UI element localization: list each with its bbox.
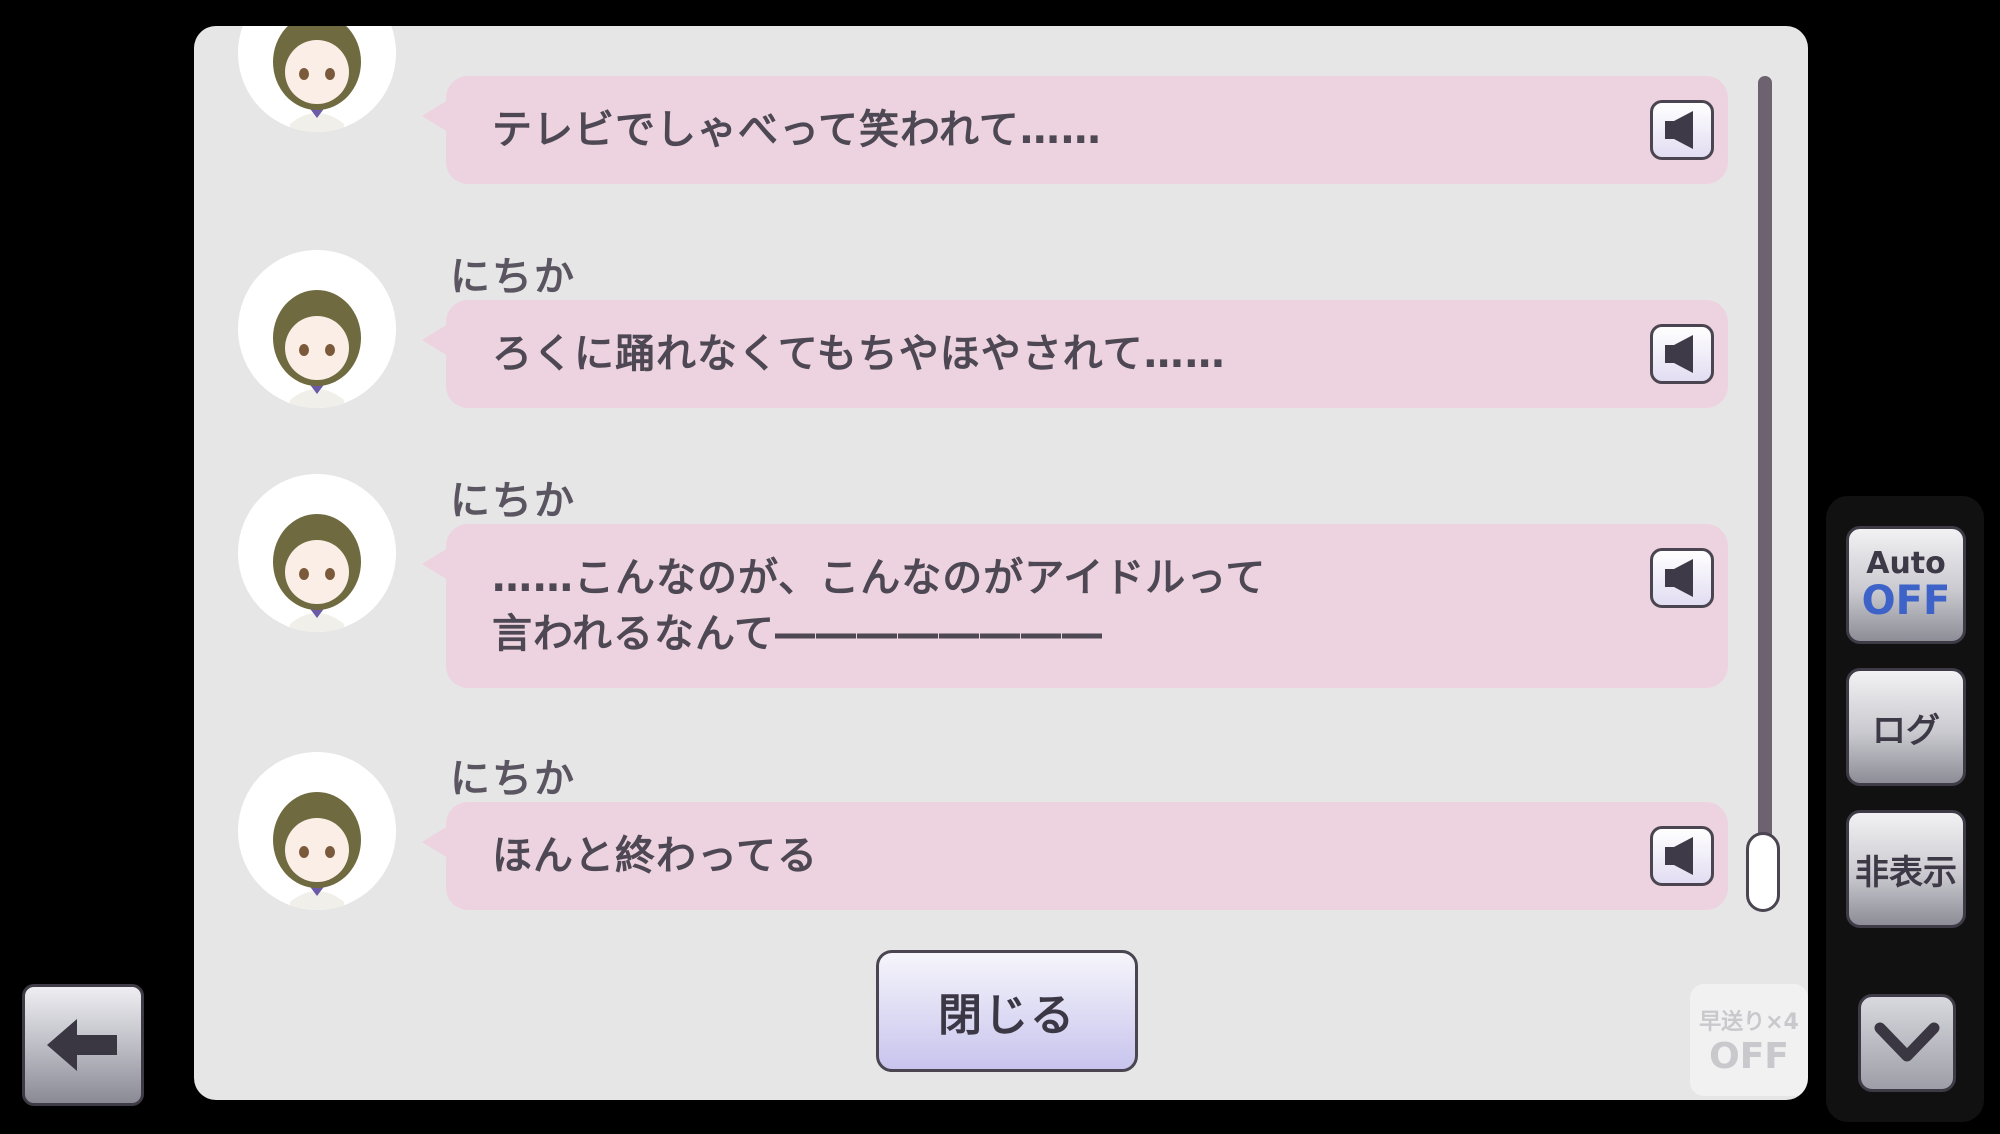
message-text: ……こんなのが、こんなのがアイドルって 言われるなんて―――――――― [492, 555, 1267, 657]
speaker-icon [1665, 335, 1693, 373]
auto-state: OFF [1861, 578, 1951, 624]
fast-forward-label: 早送り×4 [1699, 1009, 1799, 1035]
message-bubble: ……こんなのが、こんなのがアイドルって 言われるなんて―――――――― [422, 524, 1728, 688]
character-avatar [238, 474, 396, 632]
message-text: ろくに踊れなくてもちやほやされて…… [492, 331, 1226, 377]
log-label: ログ [1872, 710, 1940, 751]
voice-replay-button[interactable] [1650, 548, 1714, 608]
log-button[interactable]: ログ [1846, 668, 1966, 786]
collapse-button[interactable] [1858, 994, 1956, 1092]
bubble-tail [422, 548, 448, 580]
speaker-icon [1665, 111, 1693, 149]
fast-forward-badge[interactable]: 早送り×4 OFF [1690, 984, 1808, 1096]
speaker-name: にちか [450, 254, 576, 300]
chevron-down-icon [1874, 1022, 1940, 1062]
message-bubble: テレビでしゃべって笑われて…… [422, 76, 1728, 184]
character-avatar [238, 26, 396, 132]
voice-replay-button[interactable] [1650, 324, 1714, 384]
speaker-icon [1665, 559, 1693, 597]
message-text: テレビでしゃべって笑われて…… [492, 107, 1102, 153]
arrow-left-icon [47, 1019, 117, 1071]
log-entries[interactable]: テレビでしゃべって笑われて…… にちか ろくに踊れなくてもちやほやされて…… に… [194, 26, 1808, 1100]
message-text: ほんと終わってる [492, 833, 818, 879]
message-bubble: ほんと終わってる [422, 802, 1728, 910]
log-panel: テレビでしゃべって笑われて…… にちか ろくに踊れなくてもちやほやされて…… に… [194, 26, 1808, 1100]
bubble-tail [422, 324, 448, 356]
message-bubble: ろくに踊れなくてもちやほやされて…… [422, 300, 1728, 408]
speaker-icon [1665, 837, 1693, 875]
back-button[interactable] [22, 984, 144, 1106]
speaker-name: にちか [450, 756, 576, 802]
close-button[interactable]: 閉じる [876, 950, 1138, 1072]
control-column: Auto OFF ログ 非表示 [1826, 496, 1984, 1122]
speaker-name: にちか [450, 478, 576, 524]
close-label: 閉じる [938, 990, 1076, 1041]
scrollbar-thumb[interactable] [1746, 832, 1780, 912]
hide-label: 非表示 [1855, 852, 1957, 893]
scrollbar-track[interactable] [1758, 76, 1772, 908]
auto-button[interactable]: Auto OFF [1846, 526, 1966, 644]
hide-button[interactable]: 非表示 [1846, 810, 1966, 928]
fast-forward-state: OFF [1709, 1035, 1789, 1077]
bubble-tail [422, 100, 448, 132]
character-avatar [238, 752, 396, 910]
bubble-tail [422, 826, 448, 858]
auto-label: Auto [1866, 546, 1946, 581]
character-avatar [238, 250, 396, 408]
voice-replay-button[interactable] [1650, 100, 1714, 160]
voice-replay-button[interactable] [1650, 826, 1714, 886]
